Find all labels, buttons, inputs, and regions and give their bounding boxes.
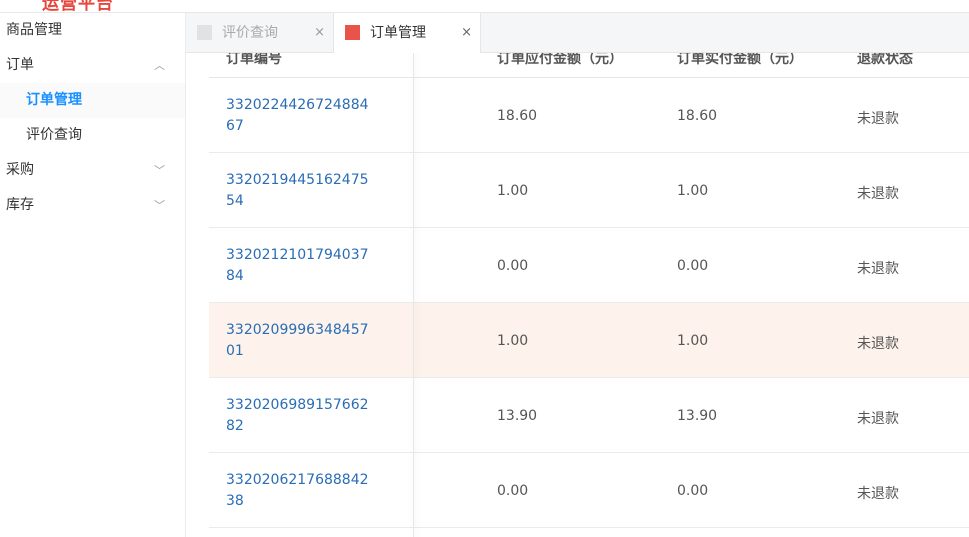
column-header-paid[interactable]: 订单实付金额（元） xyxy=(677,53,803,68)
order-id-link[interactable]: 332021944516247554 xyxy=(226,170,376,212)
sidebar-item-label: 订单管理 xyxy=(26,92,82,108)
refund-status: 未退款 xyxy=(857,486,899,502)
sidebar-item-orders[interactable]: 订单 ︿ xyxy=(0,48,185,83)
tabs-bar: 评价查询 × 订单管理 × xyxy=(186,13,969,54)
payable-amount: 0.00 xyxy=(497,258,529,274)
refund-status: 未退款 xyxy=(857,111,899,127)
refund-status: 未退款 xyxy=(857,186,899,202)
order-id-link[interactable]: 332021210179403784 xyxy=(226,245,376,287)
brand-logo-text: 运营平台 xyxy=(42,0,114,13)
column-header-payable[interactable]: 订单应付金额（元） xyxy=(497,53,623,68)
order-id-link[interactable]: 332022442672488467 xyxy=(226,95,376,137)
paid-amount: 0.00 xyxy=(677,483,709,499)
paid-amount: 0.00 xyxy=(677,258,709,274)
column-header-refund-status[interactable]: 退款状态 xyxy=(857,53,913,68)
payable-amount: 1.00 xyxy=(497,333,529,349)
tab-label: 订单管理 xyxy=(370,25,426,41)
sidebar-item-label: 库存 xyxy=(6,197,34,213)
sidebar-item-label: 评价查询 xyxy=(26,127,82,143)
paid-amount: 1.00 xyxy=(677,183,709,199)
table-row[interactable]: 332021210179403784 0.00 0.00 未退款 xyxy=(209,228,969,303)
table-row[interactable]: 332020621768884238 0.00 0.00 未退款 xyxy=(209,453,969,528)
fixed-column-divider xyxy=(413,53,414,537)
tab-review-query[interactable]: 评价查询 × xyxy=(186,13,333,53)
grid-icon xyxy=(132,0,148,5)
paid-amount: 13.90 xyxy=(677,408,718,424)
payable-amount: 13.90 xyxy=(497,408,538,424)
paid-amount: 18.60 xyxy=(677,108,718,124)
sidebar-item-product-management[interactable]: 商品管理 xyxy=(0,13,185,48)
table-row[interactable]: 332020698915766282 13.90 13.90 未退款 xyxy=(209,378,969,453)
payable-amount: 18.60 xyxy=(497,108,538,124)
sidebar: 商品管理 订单 ︿ 订单管理 评价查询 采购 ﹀ 库存 ﹀ xyxy=(0,13,186,537)
chevron-down-icon: ﹀ xyxy=(154,199,165,212)
sidebar-item-label: 订单 xyxy=(6,57,34,73)
refund-status: 未退款 xyxy=(857,411,899,427)
column-header-order-id[interactable]: 订单编号 xyxy=(226,53,282,68)
table-row[interactable]: 332021944516247554 1.00 1.00 未退款 xyxy=(209,153,969,228)
close-icon[interactable]: × xyxy=(461,13,472,53)
table-header: 订单编号 订单应付金额（元） 订单实付金额（元） 退款状态 xyxy=(209,53,969,78)
order-id-link[interactable]: 332020621768884238 xyxy=(226,470,376,512)
refund-status: 未退款 xyxy=(857,261,899,277)
sidebar-item-label: 采购 xyxy=(6,162,34,178)
tab-color-icon xyxy=(345,25,360,40)
sidebar-item-review-query[interactable]: 评价查询 xyxy=(0,118,185,153)
chevron-down-icon: ﹀ xyxy=(154,164,165,177)
order-table-container[interactable]: 订单编号 订单应付金额（元） 订单实付金额（元） 退款状态 3320224426… xyxy=(186,53,969,537)
app-header: 运营平台 xyxy=(0,0,969,13)
chevron-up-icon: ︿ xyxy=(154,59,165,72)
refund-status: 未退款 xyxy=(857,336,899,352)
paid-amount: 1.00 xyxy=(677,333,709,349)
sidebar-item-order-management[interactable]: 订单管理 xyxy=(0,83,185,118)
tab-color-icon xyxy=(197,25,212,40)
order-id-link[interactable]: 332020698915766282 xyxy=(226,395,376,437)
sidebar-item-purchase[interactable]: 采购 ﹀ xyxy=(0,153,185,188)
payable-amount: 1.00 xyxy=(497,183,529,199)
tab-label: 评价查询 xyxy=(222,25,278,41)
table-row-highlighted[interactable]: 332020999634845701 1.00 1.00 未退款 xyxy=(209,303,969,378)
close-icon[interactable]: × xyxy=(314,13,325,53)
table-row[interactable]: 332022442672488467 18.60 18.60 未退款 xyxy=(209,78,969,153)
tab-order-management[interactable]: 订单管理 × xyxy=(333,13,481,54)
sidebar-item-label: 商品管理 xyxy=(6,22,62,38)
payable-amount: 0.00 xyxy=(497,483,529,499)
sidebar-item-inventory[interactable]: 库存 ﹀ xyxy=(0,188,185,223)
order-id-link[interactable]: 332020999634845701 xyxy=(226,320,376,362)
